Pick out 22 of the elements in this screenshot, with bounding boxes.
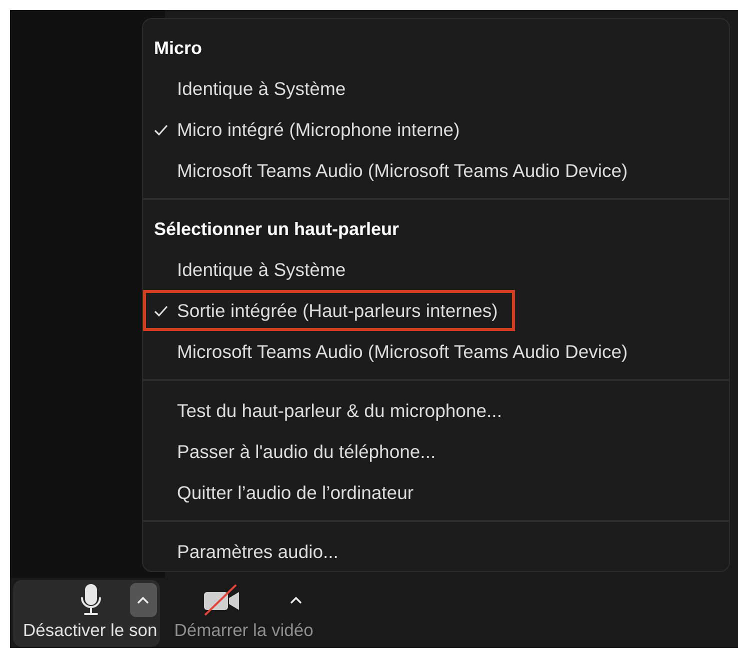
menu-item[interactable]: Microsoft Teams Audio (Microsoft Teams Audio Device) [143,331,645,372]
check-icon [154,124,168,136]
menu-item[interactable]: Microsoft Teams Audio (Microsoft Teams Audio Device) [143,150,645,191]
toolbar-button[interactable]: Démarrer la vidéo [164,580,316,646]
toolbar-label: Démarrer la vidéo [174,620,314,640]
caret-icon [290,596,302,604]
caret-button[interactable] [130,582,157,616]
section-heading: Micro [153,37,204,60]
caret-icon [137,596,150,604]
toolbar-button[interactable]: Désactiver le son [13,580,160,646]
menu-item[interactable]: Identique à Système [143,68,363,109]
check-icon [154,304,168,316]
menu-item[interactable]: Paramètres audio... [143,531,356,572]
menu-item[interactable]: Quitter l’audio de l’ordinateur [143,472,431,513]
section-heading: Sélectionner un haut-parleur [153,218,400,241]
menu-item[interactable]: Micro intégré (Microphone interne) [143,109,477,150]
menu-item[interactable]: Passer à l'audio du téléphone... [143,431,453,472]
microphone-icon [80,584,102,616]
menu-item[interactable]: Identique à Système [143,249,363,290]
menu-item[interactable]: Test du haut-parleur & du microphone... [143,390,519,431]
toolbar-label: Désactiver le son [23,620,158,640]
menu-item[interactable]: Sortie intégrée (Haut-parleurs internes) [143,290,515,331]
